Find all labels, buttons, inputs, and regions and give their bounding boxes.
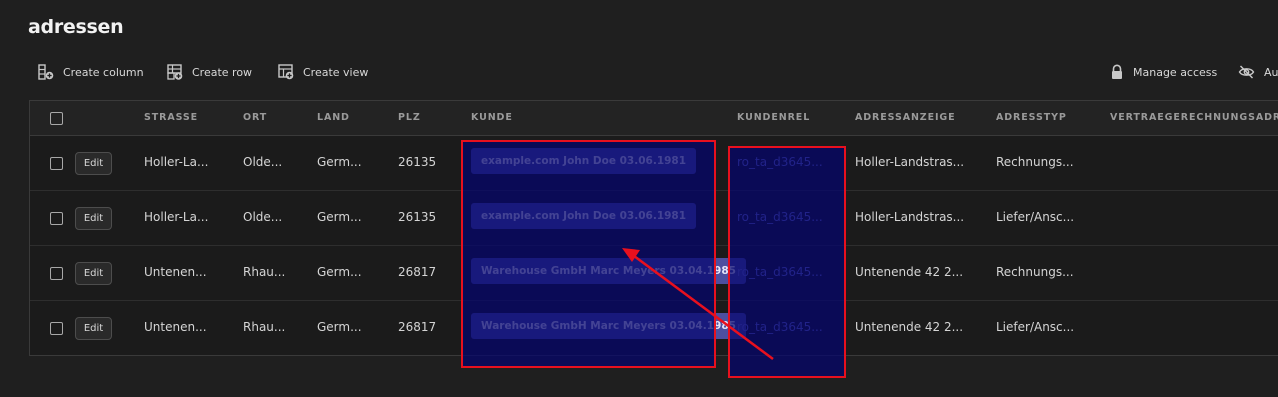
row-checkbox[interactable] [50, 267, 63, 280]
column-header-adresstyp[interactable]: ADRESSTYP [996, 112, 1067, 123]
cell-land: Germ... [317, 210, 362, 224]
kunde-chip[interactable]: example.com John Doe 03.06.1981 [471, 148, 697, 174]
cell-ort: Olde... [243, 155, 283, 169]
add-row-icon [167, 64, 183, 80]
cell-land: Germ... [317, 155, 362, 169]
table-row[interactable]: Edit Untenen... Rhau... Germ... 26817 Wa… [30, 246, 1278, 301]
row-checkbox[interactable] [50, 322, 63, 335]
edit-button[interactable]: Edit [75, 207, 112, 230]
eye-off-icon [1238, 65, 1255, 79]
manage-access-button[interactable]: Manage access [1110, 63, 1217, 81]
create-view-button[interactable]: Create view [278, 63, 368, 81]
add-view-icon [278, 64, 294, 80]
cell-plz: 26135 [398, 155, 437, 169]
cell-adresstyp: Rechnungs... [996, 265, 1074, 279]
row-checkbox[interactable] [50, 157, 63, 170]
lock-icon [1112, 64, 1122, 79]
cell-kundenrel[interactable]: ro_ta_d3645... [737, 265, 842, 279]
cell-plz: 26817 [398, 320, 437, 334]
cell-strasse: Holler-La... [144, 210, 209, 224]
table-row[interactable]: Edit Holler-La... Olde... Germ... 26135 … [30, 191, 1278, 246]
table-row[interactable]: Edit Untenen... Rhau... Germ... 26817 Wa… [30, 301, 1278, 356]
table-header: STRASSE ORT LAND PLZ KUNDE KUNDENREL ADR… [30, 101, 1278, 136]
create-row-button[interactable]: Create row [167, 63, 252, 81]
cell-adressanzeige: Holler-Landstras... [855, 210, 965, 224]
kunde-chip[interactable]: example.com John Doe 03.06.1981 [471, 203, 697, 229]
page: adressen Create column Create row Create… [0, 0, 1278, 397]
cell-adresstyp: Liefer/Ansc... [996, 210, 1075, 224]
add-column-icon [38, 64, 54, 80]
kunde-chip[interactable]: Warehouse GmbH Marc Meyers 03.04.1985 [471, 313, 746, 339]
cell-plz: 26135 [398, 210, 437, 224]
column-header-kunde[interactable]: KUNDE [471, 112, 513, 123]
cell-kundenrel[interactable]: ro_ta_d3645... [737, 320, 842, 334]
table-row[interactable]: Edit Holler-La... Olde... Germ... 26135 … [30, 136, 1278, 191]
cell-adresstyp: Rechnungs... [996, 155, 1074, 169]
create-column-button[interactable]: Create column [38, 63, 144, 81]
cell-adressanzeige: Untenende 42 2... [855, 265, 964, 279]
cell-adressanzeige: Holler-Landstras... [855, 155, 965, 169]
cell-plz: 26817 [398, 265, 437, 279]
column-header-kundenrel[interactable]: KUNDENREL [737, 112, 810, 123]
column-header-vertraegerechnungsadress[interactable]: VERTRAEGERECHNUNGSADRESS [1110, 112, 1278, 123]
create-column-label: Create column [63, 65, 144, 79]
cell-land: Germ... [317, 265, 362, 279]
auto-button[interactable]: Au [1238, 63, 1278, 81]
create-row-label: Create row [192, 65, 253, 79]
row-checkbox[interactable] [50, 212, 63, 225]
cell-ort: Olde... [243, 210, 283, 224]
auto-label: Au [1264, 65, 1278, 79]
cell-ort: Rhau... [243, 265, 286, 279]
cell-strasse: Untenen... [144, 320, 207, 334]
column-header-land[interactable]: LAND [317, 112, 350, 123]
cell-strasse: Untenen... [144, 265, 207, 279]
select-all-checkbox[interactable] [50, 112, 63, 125]
create-view-label: Create view [303, 65, 369, 79]
column-header-adressanzeige[interactable]: ADRESSANZEIGE [855, 112, 956, 123]
column-header-strasse[interactable]: STRASSE [144, 112, 198, 123]
edit-button[interactable]: Edit [75, 317, 112, 340]
edit-button[interactable]: Edit [75, 152, 112, 175]
cell-land: Germ... [317, 320, 362, 334]
column-header-ort[interactable]: ORT [243, 112, 267, 123]
cell-kundenrel[interactable]: ro_ta_d3645... [737, 210, 842, 224]
kunde-chip[interactable]: Warehouse GmbH Marc Meyers 03.04.1985 [471, 258, 746, 284]
manage-access-label: Manage access [1133, 65, 1218, 79]
cell-adressanzeige: Untenende 42 2... [855, 320, 964, 334]
cell-strasse: Holler-La... [144, 155, 209, 169]
column-header-plz[interactable]: PLZ [398, 112, 421, 123]
data-table: STRASSE ORT LAND PLZ KUNDE KUNDENREL ADR… [29, 100, 1278, 356]
edit-button[interactable]: Edit [75, 262, 112, 285]
cell-adresstyp: Liefer/Ansc... [996, 320, 1075, 334]
cell-ort: Rhau... [243, 320, 286, 334]
cell-kundenrel[interactable]: ro_ta_d3645... [737, 155, 842, 169]
page-title: adressen [28, 16, 124, 38]
